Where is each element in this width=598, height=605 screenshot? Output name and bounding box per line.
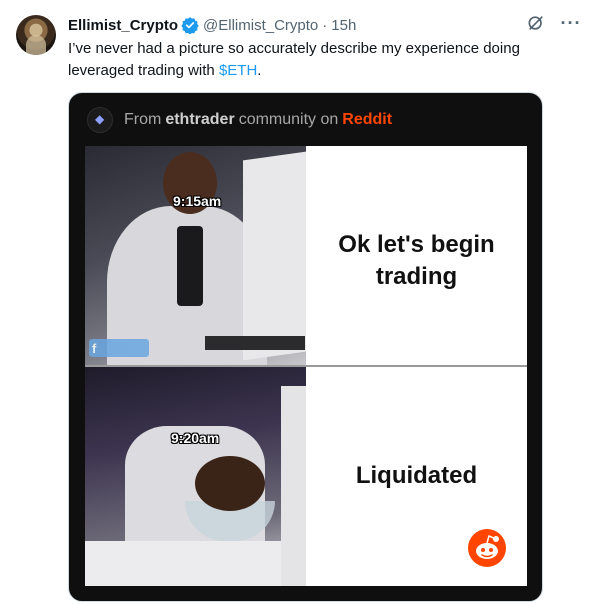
tweet-text-body: I’ve never had a picture so accurately d… bbox=[68, 40, 520, 79]
source-prefix: From bbox=[124, 110, 162, 128]
meme-photo-top bbox=[85, 146, 306, 366]
panel-caption-top: Ok let's begin trading bbox=[306, 146, 527, 366]
panel-time-bottom: 9:20am bbox=[171, 430, 220, 446]
source-middle: community on bbox=[238, 110, 339, 128]
reddit-snoo-icon bbox=[468, 529, 506, 567]
tweet-header: Ellimist_Crypto @Ellimist_Crypto · 15h bbox=[68, 15, 356, 35]
avatar[interactable] bbox=[16, 15, 56, 55]
caption-bottom-text: Liquidated bbox=[355, 462, 478, 489]
panel-time-top: 9:15am bbox=[173, 193, 222, 209]
more-icon[interactable]: ··· bbox=[560, 13, 582, 33]
meme-image[interactable]: 9:15am 9:20am Ok let's begin trading Liq… bbox=[85, 146, 527, 586]
author-handle[interactable]: @Ellimist_Crypto bbox=[203, 17, 318, 34]
facebook-watermark-icon bbox=[89, 339, 149, 357]
meme-photo-bottom bbox=[85, 366, 306, 586]
reddit-source-bar: From ethtrader community on Reddit bbox=[69, 93, 542, 146]
author-name[interactable]: Ellimist_Crypto bbox=[68, 17, 178, 34]
grok-icon[interactable] bbox=[526, 13, 546, 33]
tweet-text: I’ve never had a picture so accurately d… bbox=[68, 38, 573, 82]
separator-dot: · bbox=[322, 16, 328, 34]
tweet-text-end: . bbox=[257, 62, 262, 79]
top-actions: ··· bbox=[526, 13, 582, 33]
cashtag-link[interactable]: $ETH bbox=[219, 62, 257, 79]
caption-top-text: Ok let's begin trading bbox=[338, 231, 495, 290]
subreddit-icon bbox=[87, 106, 113, 133]
media-card[interactable]: From ethtrader community on Reddit 9: bbox=[68, 92, 543, 602]
community-name: ethtrader bbox=[165, 110, 235, 128]
platform-name: Reddit bbox=[342, 110, 393, 128]
timestamp[interactable]: 15h bbox=[331, 17, 356, 34]
panel-divider bbox=[85, 365, 527, 367]
tweet[interactable]: Ellimist_Crypto @Ellimist_Crypto · 15h ·… bbox=[0, 0, 598, 605]
verified-badge-icon bbox=[181, 17, 199, 34]
